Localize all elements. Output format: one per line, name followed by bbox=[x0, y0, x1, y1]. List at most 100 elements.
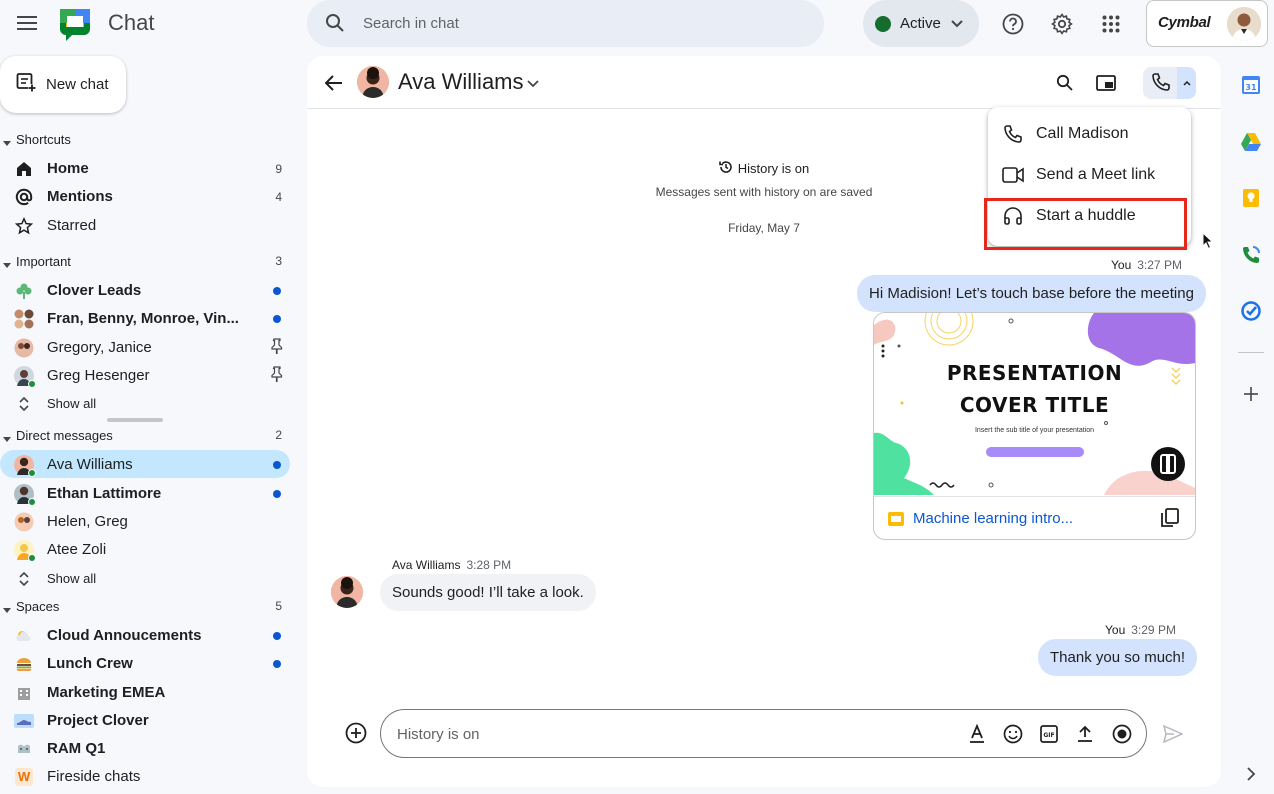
apps-grid-icon[interactable] bbox=[1097, 10, 1125, 38]
sidebar-resize-handle[interactable] bbox=[107, 418, 163, 422]
conversation-title[interactable]: Ava Williams bbox=[398, 69, 524, 95]
phone-icon[interactable] bbox=[1151, 72, 1171, 97]
section-count: 2 bbox=[275, 428, 282, 442]
calendar-icon[interactable]: 31 bbox=[1239, 73, 1263, 97]
copy-icon[interactable] bbox=[1161, 508, 1179, 533]
attachment-name[interactable]: Machine learning intro... bbox=[913, 510, 1073, 527]
account-avatar[interactable] bbox=[1227, 7, 1261, 41]
record-video-icon[interactable] bbox=[1110, 722, 1134, 746]
slide-thumbnail[interactable]: PRESENTATION COVER TITLE Insert the sub t… bbox=[874, 313, 1195, 495]
nav-item-greg-hesenger[interactable]: Greg Hesenger bbox=[0, 361, 290, 389]
nav-item-marketing-emea[interactable]: Marketing EMEA bbox=[0, 678, 290, 706]
phone-icon bbox=[1002, 123, 1024, 145]
nav-label: Marketing EMEA bbox=[47, 684, 166, 701]
user-avatar bbox=[14, 540, 36, 562]
nav-label: Home bbox=[47, 160, 89, 177]
call-button-group[interactable] bbox=[1143, 67, 1196, 99]
back-arrow-icon[interactable] bbox=[321, 70, 347, 96]
message-composer[interactable]: GIF bbox=[380, 709, 1147, 758]
presentation-open-icon[interactable] bbox=[1151, 447, 1185, 481]
message-input[interactable] bbox=[397, 723, 917, 745]
send-icon[interactable] bbox=[1160, 721, 1186, 747]
message-bubble[interactable]: Hi Madision! Let’s touch base before the… bbox=[857, 275, 1206, 312]
main-menu-icon[interactable] bbox=[12, 8, 42, 38]
new-chat-label: New chat bbox=[46, 76, 109, 93]
top-bar: Chat Active Cymbal bbox=[0, 0, 1274, 48]
search-input[interactable] bbox=[363, 12, 783, 34]
nav-item-fireside-chats[interactable]: W Fireside chats bbox=[0, 762, 290, 790]
section-header-spaces[interactable]: Spaces 5 bbox=[0, 597, 290, 617]
add-circle-icon[interactable] bbox=[343, 720, 369, 746]
chevron-down-icon bbox=[951, 15, 963, 33]
picture-in-picture-icon[interactable] bbox=[1093, 70, 1119, 96]
section-header-direct-messages[interactable]: Direct messages 2 bbox=[0, 426, 290, 446]
nav-item-project-clover[interactable]: Project Clover bbox=[0, 706, 290, 734]
menu-item-meet-link[interactable]: Send a Meet link bbox=[988, 155, 1191, 196]
status-dropdown[interactable]: Active bbox=[863, 0, 979, 47]
unread-count: 9 bbox=[275, 162, 282, 176]
cloud-icon bbox=[14, 626, 34, 646]
group-avatar bbox=[14, 512, 34, 532]
collapse-caret-icon bbox=[3, 257, 11, 272]
voice-phone-icon[interactable] bbox=[1239, 243, 1263, 267]
nav-item-clover-leads[interactable]: Clover Leads bbox=[0, 276, 290, 304]
nav-item-gregory-janice[interactable]: Gregory, Janice bbox=[0, 333, 290, 361]
pin-icon[interactable] bbox=[270, 366, 284, 387]
history-title: History is on bbox=[718, 160, 809, 177]
account-switcher[interactable]: Cymbal bbox=[1146, 0, 1268, 47]
keep-icon[interactable] bbox=[1239, 186, 1263, 210]
nav-item-home[interactable]: Home 9 bbox=[0, 154, 290, 182]
pin-icon[interactable] bbox=[270, 338, 284, 359]
settings-gear-icon[interactable] bbox=[1048, 10, 1076, 38]
menu-item-start-huddle[interactable]: Start a huddle bbox=[988, 196, 1191, 237]
group-avatar bbox=[14, 309, 34, 329]
letter-w-icon: W bbox=[14, 767, 34, 787]
gif-icon[interactable]: GIF bbox=[1037, 722, 1061, 746]
help-icon[interactable] bbox=[999, 10, 1027, 38]
drive-icon[interactable] bbox=[1239, 130, 1263, 154]
nav-item-lunch-crew[interactable]: Lunch Crew bbox=[0, 649, 290, 677]
show-all-direct-messages[interactable]: Show all bbox=[0, 564, 290, 592]
conversation-avatar[interactable] bbox=[357, 66, 389, 98]
message-meta: You 3:29 PM bbox=[1105, 623, 1176, 637]
text-format-icon[interactable] bbox=[965, 722, 989, 746]
upload-icon[interactable] bbox=[1073, 722, 1097, 746]
at-icon bbox=[14, 187, 34, 207]
search-icon[interactable] bbox=[1052, 70, 1078, 96]
chevron-down-icon[interactable] bbox=[527, 75, 539, 93]
burger-icon bbox=[14, 654, 34, 674]
menu-item-call[interactable]: Call Madison bbox=[988, 114, 1191, 155]
nav-item-mentions[interactable]: Mentions 4 bbox=[0, 182, 290, 210]
attachment-card[interactable]: PRESENTATION COVER TITLE Insert the sub t… bbox=[873, 312, 1196, 540]
new-chat-button[interactable]: New chat bbox=[0, 56, 126, 113]
emoji-icon[interactable] bbox=[1001, 722, 1025, 746]
nav-item-cloud-announcements[interactable]: Cloud Annoucements bbox=[0, 621, 290, 649]
chat-logo-icon[interactable] bbox=[58, 5, 94, 41]
nav-item-helen-greg[interactable]: Helen, Greg bbox=[0, 507, 290, 535]
attachment-footer[interactable]: Machine learning intro... bbox=[874, 496, 1195, 539]
nav-label: Project Clover bbox=[47, 712, 149, 729]
brand-logo: Cymbal bbox=[1158, 14, 1211, 31]
unread-dot bbox=[273, 315, 281, 323]
nav-item-atee-zoli[interactable]: Atee Zoli bbox=[0, 535, 290, 563]
nav-item-starred[interactable]: Starred bbox=[0, 211, 290, 239]
search-bar[interactable] bbox=[307, 0, 824, 47]
unread-dot bbox=[273, 660, 281, 668]
more-vert-icon[interactable] bbox=[880, 343, 886, 364]
section-label: Direct messages bbox=[16, 428, 113, 443]
nav-item-ava-williams[interactable]: Ava Williams bbox=[0, 450, 290, 478]
add-addon-icon[interactable] bbox=[1239, 382, 1263, 406]
chevron-up-icon[interactable] bbox=[1177, 67, 1196, 99]
nav-item-ethan-lattimore[interactable]: Ethan Lattimore bbox=[0, 479, 290, 507]
section-header-important[interactable]: Important 3 bbox=[0, 252, 290, 272]
nav-item-ram-q1[interactable]: RAM Q1 bbox=[0, 734, 290, 762]
show-all-important[interactable]: Show all bbox=[0, 389, 290, 417]
tasks-icon[interactable] bbox=[1239, 299, 1263, 323]
nav-item-group-chat[interactable]: Fran, Benny, Monroe, Vin... bbox=[0, 304, 290, 332]
chevron-right-icon[interactable] bbox=[1239, 762, 1263, 786]
building-icon bbox=[14, 683, 34, 703]
sender-avatar[interactable] bbox=[331, 576, 363, 608]
message-bubble[interactable]: Sounds good! I’ll take a look. bbox=[380, 574, 596, 611]
message-bubble[interactable]: Thank you so much! bbox=[1038, 639, 1198, 676]
section-header-shortcuts[interactable]: Shortcuts bbox=[0, 130, 290, 150]
